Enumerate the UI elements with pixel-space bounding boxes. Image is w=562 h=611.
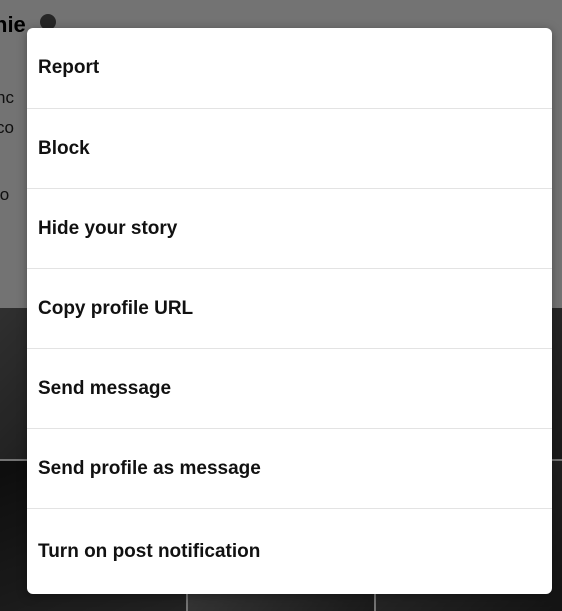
copy-profile-url-button[interactable]: Copy profile URL xyxy=(27,269,552,349)
report-button[interactable]: Report xyxy=(27,28,552,109)
send-message-button[interactable]: Send message xyxy=(27,349,552,429)
send-profile-as-message-button[interactable]: Send profile as message xyxy=(27,429,552,509)
post-notification-button[interactable]: Turn on post notification xyxy=(27,509,552,594)
block-button[interactable]: Block xyxy=(27,109,552,189)
profile-options-menu: Report Block Hide your story Copy profil… xyxy=(27,28,552,594)
profile-options-dialog: Report Block Hide your story Copy profil… xyxy=(27,28,552,594)
hide-story-button[interactable]: Hide your story xyxy=(27,189,552,269)
